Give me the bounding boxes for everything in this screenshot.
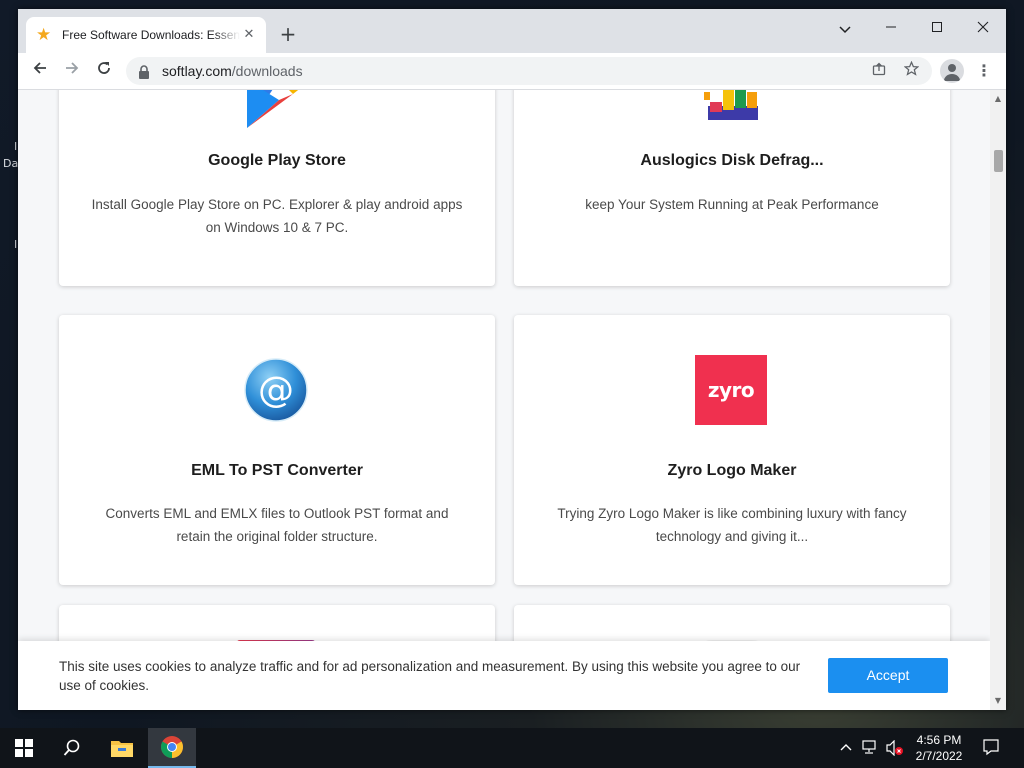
notification-icon[interactable] [982, 738, 1000, 760]
clock-date: 2/7/2022 [915, 749, 963, 763]
accept-cookies-button[interactable]: Accept [828, 658, 948, 693]
maximize-button[interactable] [914, 15, 960, 43]
card-title[interactable]: Google Play Store [59, 152, 495, 170]
chrome-taskbar-button[interactable] [148, 728, 196, 768]
card-title[interactable]: Auslogics Disk Defrag... [514, 152, 950, 170]
at-sign-icon: @ [244, 358, 308, 422]
chevron-up-icon[interactable] [840, 740, 852, 755]
start-button[interactable] [0, 728, 48, 768]
card-description: Converts EML and EMLX files to Outlook P… [105, 506, 449, 544]
cookie-text: This site uses cookies to analyze traffi… [59, 659, 801, 693]
profile-avatar[interactable] [940, 59, 964, 83]
bookmark-star-icon[interactable] [900, 60, 922, 83]
card-description: Trying Zyro Logo Maker is like combining… [557, 506, 907, 544]
chevron-down-icon [839, 26, 851, 34]
software-card[interactable]: Google Play Store Install Google Play St… [59, 90, 495, 286]
browser-window: ★ Free Software Downloads: Essential Sof… [18, 9, 1006, 710]
scroll-thumb[interactable] [994, 150, 1003, 172]
minimize-icon [886, 26, 896, 28]
volume-muted-icon[interactable] [886, 739, 904, 760]
share-icon[interactable] [868, 61, 890, 83]
tab-close-icon[interactable]: ✕ [240, 26, 258, 44]
card-title[interactable]: Zyro Logo Maker [514, 462, 950, 480]
forward-arrow-icon [66, 62, 79, 74]
browser-tab[interactable]: ★ Free Software Downloads: Essential Sof… [26, 17, 266, 53]
clock-time: 4:56 PM [916, 733, 962, 747]
chrome-icon [161, 736, 183, 758]
address-bar[interactable]: softlay.com/downloads [126, 57, 932, 85]
software-card[interactable]: @ EML To PST Converter Converts EML and … [59, 315, 495, 585]
browser-toolbar: softlay.com/downloads ⋮ [18, 53, 1006, 90]
google-play-icon [247, 90, 299, 128]
disk-defrag-icon [704, 90, 758, 120]
person-icon [944, 64, 960, 81]
tab-strip: ★ Free Software Downloads: Essential Sof… [18, 9, 1006, 53]
svg-text:@: @ [258, 370, 294, 411]
page-scrollbar[interactable]: ▲ ▼ [990, 90, 1006, 710]
search-button[interactable] [48, 728, 96, 768]
taskbar: 4:56 PM 2/7/2022 [0, 728, 1024, 768]
new-tab-button[interactable]: + [276, 23, 300, 47]
search-icon [63, 739, 80, 756]
card-description: keep Your System Running at Peak Perform… [585, 197, 879, 212]
scroll-down-icon[interactable]: ▼ [990, 694, 1006, 708]
back-button[interactable] [26, 57, 54, 85]
windows-logo-icon [15, 739, 33, 757]
scroll-up-icon[interactable]: ▲ [990, 92, 1006, 106]
desktop-icon-label-fragment: I [14, 140, 18, 153]
zyro-logo: zyro [695, 355, 767, 425]
card-title[interactable]: EML To PST Converter [59, 462, 495, 480]
page-content: Google Play Store Install Google Play St… [18, 90, 990, 710]
system-clock[interactable]: 4:56 PM 2/7/2022 [908, 732, 970, 764]
desktop-icon-label-fragment: Da [3, 157, 19, 170]
close-icon [977, 21, 989, 33]
tab-title: Free Software Downloads: Essential Softw… [62, 28, 240, 42]
reload-button[interactable] [90, 57, 118, 85]
software-card[interactable]: Auslogics Disk Defrag... keep Your Syste… [514, 90, 950, 286]
back-arrow-icon [33, 62, 46, 74]
star-icon: ★ [36, 25, 52, 45]
desktop-icon-label-fragment: I [14, 238, 18, 251]
software-card[interactable]: zyro Zyro Logo Maker Trying Zyro Logo Ma… [514, 315, 950, 585]
card-description: Install Google Play Store on PC. Explore… [91, 197, 463, 235]
forward-button[interactable] [58, 57, 86, 85]
network-icon[interactable] [862, 740, 878, 758]
folder-icon [111, 741, 133, 757]
close-window-button[interactable] [960, 15, 1006, 43]
tab-search-button[interactable] [822, 15, 868, 43]
minimize-button[interactable] [868, 15, 914, 43]
file-explorer-button[interactable] [98, 728, 146, 768]
cookie-banner: This site uses cookies to analyze traffi… [18, 641, 990, 710]
reload-icon [98, 62, 110, 74]
lock-icon [138, 64, 152, 79]
browser-menu-button[interactable]: ⋮ [974, 57, 994, 85]
maximize-icon [932, 22, 942, 32]
url-text: softlay.com/downloads [162, 63, 303, 79]
